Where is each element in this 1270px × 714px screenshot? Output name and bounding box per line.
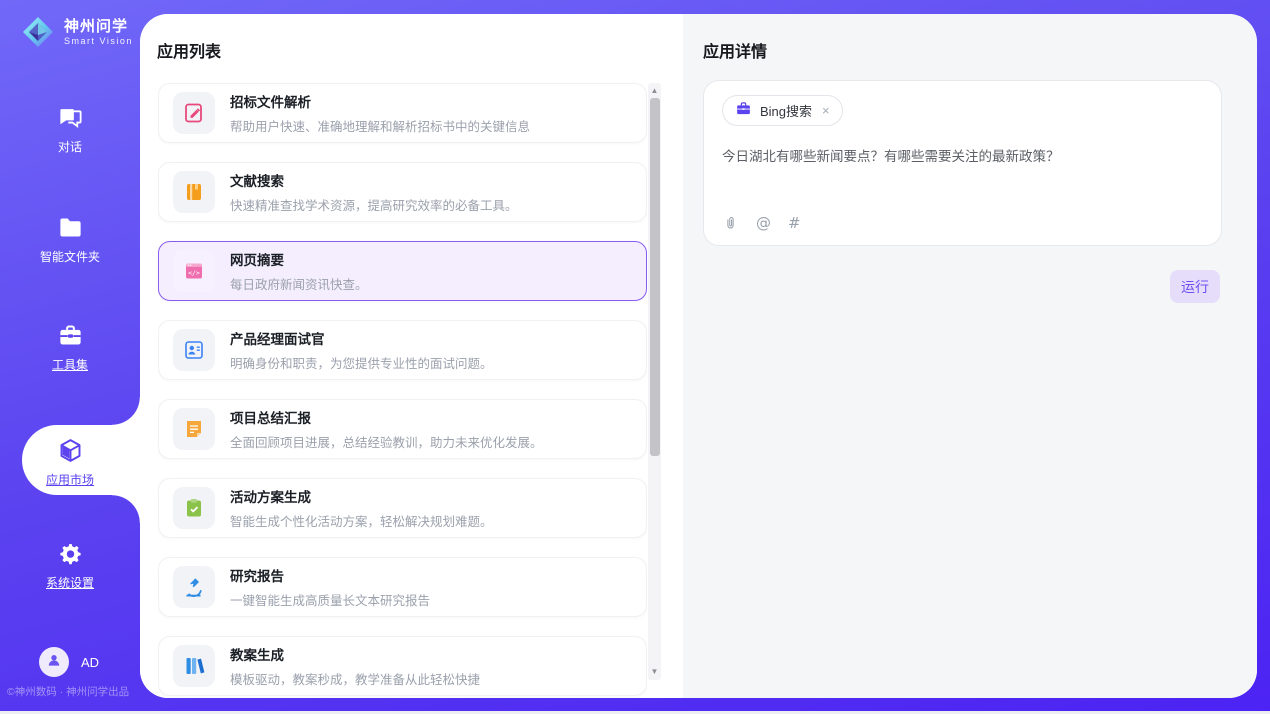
app-detail-title: 应用详情 xyxy=(703,38,767,62)
app-list-item[interactable]: 文献搜索 快速精准查找学术资源，提高研究效率的必备工具。 xyxy=(158,162,647,222)
brand-subtitle: Smart Vision xyxy=(64,36,133,46)
chat-icon xyxy=(57,104,84,131)
app-title: 研究报告 xyxy=(230,565,430,585)
tool-chip-bing-search[interactable]: Bing搜索 × xyxy=(722,95,843,126)
nav-item-label: 系统设置 xyxy=(46,574,94,591)
app-list-item[interactable]: 产品经理面试官 明确身份和职责，为您提供专业性的面试问题。 xyxy=(158,320,647,380)
toolbox-icon xyxy=(57,322,84,349)
sidebar-item-cube[interactable]: 应用市场 xyxy=(0,437,140,488)
sidebar-item-folder[interactable]: 智能文件夹 xyxy=(0,214,140,265)
webpage-code-icon: </> xyxy=(173,250,215,292)
prompt-card: Bing搜索 × 今日湖北有哪些新闻要点？有哪些需要关注的最新政策？ @ # xyxy=(703,80,1222,246)
app-list: 招标文件解析 帮助用户快速、准确地理解和解析招标书中的关键信息 文献搜索 快速精… xyxy=(158,83,647,698)
sidebar: 神州问学 Smart Vision 对话 智能文件夹 工具集 应用市场 系统设置… xyxy=(0,0,140,711)
brand-diamond-icon xyxy=(20,14,56,50)
svg-text:</>: </> xyxy=(188,269,200,277)
scroll-up-icon[interactable]: ▲ xyxy=(648,84,661,98)
app-description: 模板驱动，教案秒成，教学准备从此轻松快捷 xyxy=(230,669,480,688)
books-icon xyxy=(173,645,215,687)
book-icon xyxy=(173,171,215,213)
app-detail-panel: 应用详情 Bing搜索 × 今日湖北有哪些新闻要点？有哪些需要关注的最新政策？ … xyxy=(683,14,1257,698)
nav-item-label: 工具集 xyxy=(52,356,88,373)
run-button[interactable]: 运行 xyxy=(1170,270,1220,303)
document-edit-icon xyxy=(173,92,215,134)
briefcase-icon xyxy=(735,100,752,122)
at-icon[interactable]: @ xyxy=(756,214,771,232)
user-name: AD xyxy=(81,655,99,670)
nav-item-label: 应用市场 xyxy=(46,471,94,488)
app-list-item[interactable]: 招标文件解析 帮助用户快速、准确地理解和解析招标书中的关键信息 xyxy=(158,83,647,143)
app-list-item[interactable]: 项目总结汇报 全面回顾项目进展，总结经验教训，助力未来优化发展。 xyxy=(158,399,647,459)
gear-icon xyxy=(57,540,84,567)
main-sheet: 应用列表 招标文件解析 帮助用户快速、准确地理解和解析招标书中的关键信息 文献搜… xyxy=(140,14,1257,698)
sidebar-item-chat[interactable]: 对话 xyxy=(0,104,140,155)
cube-icon xyxy=(57,437,84,464)
clipboard-check-icon xyxy=(173,487,215,529)
app-title: 网页摘要 xyxy=(230,249,368,269)
app-list-item[interactable]: </> 网页摘要 每日政府新闻资讯快查。 xyxy=(158,241,647,301)
app-title: 项目总结汇报 xyxy=(230,407,543,427)
tool-chip-label: Bing搜索 xyxy=(760,101,812,120)
avatar[interactable] xyxy=(39,647,69,677)
user-icon xyxy=(45,651,63,674)
app-description: 快速精准查找学术资源，提高研究效率的必备工具。 xyxy=(230,195,518,214)
hash-icon[interactable]: # xyxy=(788,214,801,232)
app-title: 产品经理面试官 xyxy=(230,328,493,348)
app-list-item[interactable]: 活动方案生成 智能生成个性化活动方案，轻松解决规划难题。 xyxy=(158,478,647,538)
app-list-scrollbar[interactable]: ▲ ▼ xyxy=(648,83,661,680)
brand-logo-block: 神州问学 Smart Vision xyxy=(20,14,133,50)
app-description: 每日政府新闻资讯快查。 xyxy=(230,274,368,293)
brand-name: 神州问学 xyxy=(64,18,133,36)
app-description: 帮助用户快速、准确地理解和解析招标书中的关键信息 xyxy=(230,116,530,135)
copyright-footer: ©神州数码 · 神州问学出品 xyxy=(7,684,129,699)
app-list-item[interactable]: 教案生成 模板驱动，教案秒成，教学准备从此轻松快捷 xyxy=(158,636,647,696)
scrollbar-thumb[interactable] xyxy=(650,98,660,456)
user-account[interactable]: AD xyxy=(39,647,99,677)
app-title: 教案生成 xyxy=(230,644,480,664)
note-icon xyxy=(173,408,215,450)
app-title: 活动方案生成 xyxy=(230,486,493,506)
app-list-title: 应用列表 xyxy=(157,38,221,62)
sidebar-item-toolbox[interactable]: 工具集 xyxy=(0,322,140,373)
app-title: 文献搜索 xyxy=(230,170,518,190)
prompt-input[interactable]: 今日湖北有哪些新闻要点？有哪些需要关注的最新政策？ xyxy=(722,147,1203,167)
folder-icon xyxy=(57,214,84,241)
app-title: 招标文件解析 xyxy=(230,91,530,111)
scroll-down-icon[interactable]: ▼ xyxy=(648,665,661,679)
app-list-item[interactable]: 研究报告 一键智能生成高质量长文本研究报告 xyxy=(158,557,647,617)
app-list-panel: 应用列表 招标文件解析 帮助用户快速、准确地理解和解析招标书中的关键信息 文献搜… xyxy=(140,14,683,698)
nav-item-label: 智能文件夹 xyxy=(40,248,100,265)
app-description: 一键智能生成高质量长文本研究报告 xyxy=(230,590,430,609)
paperclip-icon[interactable] xyxy=(722,215,739,232)
interviewer-icon xyxy=(173,329,215,371)
chip-close-icon[interactable]: × xyxy=(822,104,830,117)
nav-item-label: 对话 xyxy=(58,138,82,155)
app-description: 明确身份和职责，为您提供专业性的面试问题。 xyxy=(230,353,493,372)
app-description: 全面回顾项目进展，总结经验教训，助力未来优化发展。 xyxy=(230,432,543,451)
prompt-toolbar: @ # xyxy=(722,214,801,232)
app-description: 智能生成个性化活动方案，轻松解决规划难题。 xyxy=(230,511,493,530)
sidebar-item-gear[interactable]: 系统设置 xyxy=(0,540,140,591)
microscope-icon xyxy=(173,566,215,608)
